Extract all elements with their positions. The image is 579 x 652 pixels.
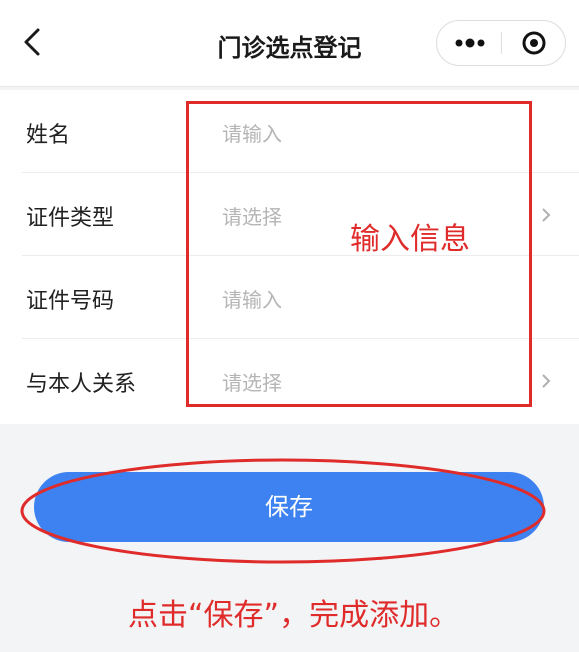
- registration-form: 姓名 请输入 证件类型 请选择 证件号码 请输入 与本人关系 请选择: [0, 90, 579, 424]
- name-input[interactable]: 请输入: [222, 118, 282, 147]
- save-button-label: 保存: [265, 493, 313, 521]
- field-label: 与本人关系: [26, 372, 137, 397]
- id-type-select[interactable]: 请选择: [222, 201, 282, 230]
- more-dots-icon: [455, 38, 485, 48]
- mini-program-capsule: [436, 20, 566, 66]
- chevron-right-icon: [542, 208, 551, 222]
- id-number-input[interactable]: 请输入: [222, 284, 282, 313]
- relationship-select[interactable]: 请选择: [222, 367, 282, 396]
- field-label: 证件类型: [26, 206, 115, 231]
- form-row-name[interactable]: 姓名 请输入: [0, 90, 579, 173]
- form-row-id-number[interactable]: 证件号码 请输入: [0, 256, 579, 339]
- form-row-relationship[interactable]: 与本人关系 请选择: [0, 339, 579, 422]
- form-row-id-type[interactable]: 证件类型 请选择: [0, 173, 579, 256]
- chevron-right-icon: [542, 374, 551, 388]
- annotation-bottom-note: 点击“保存”，完成添加。: [128, 598, 460, 633]
- field-label: 姓名: [26, 123, 71, 148]
- save-button[interactable]: 保存: [34, 472, 544, 542]
- more-button[interactable]: [437, 21, 501, 65]
- target-circle-icon: [522, 31, 546, 55]
- annotation-input-info: 输入信息: [350, 222, 470, 257]
- close-button[interactable]: [502, 21, 566, 65]
- nav-bar: 门诊选点登记: [0, 0, 579, 87]
- field-label: 证件号码: [26, 289, 115, 314]
